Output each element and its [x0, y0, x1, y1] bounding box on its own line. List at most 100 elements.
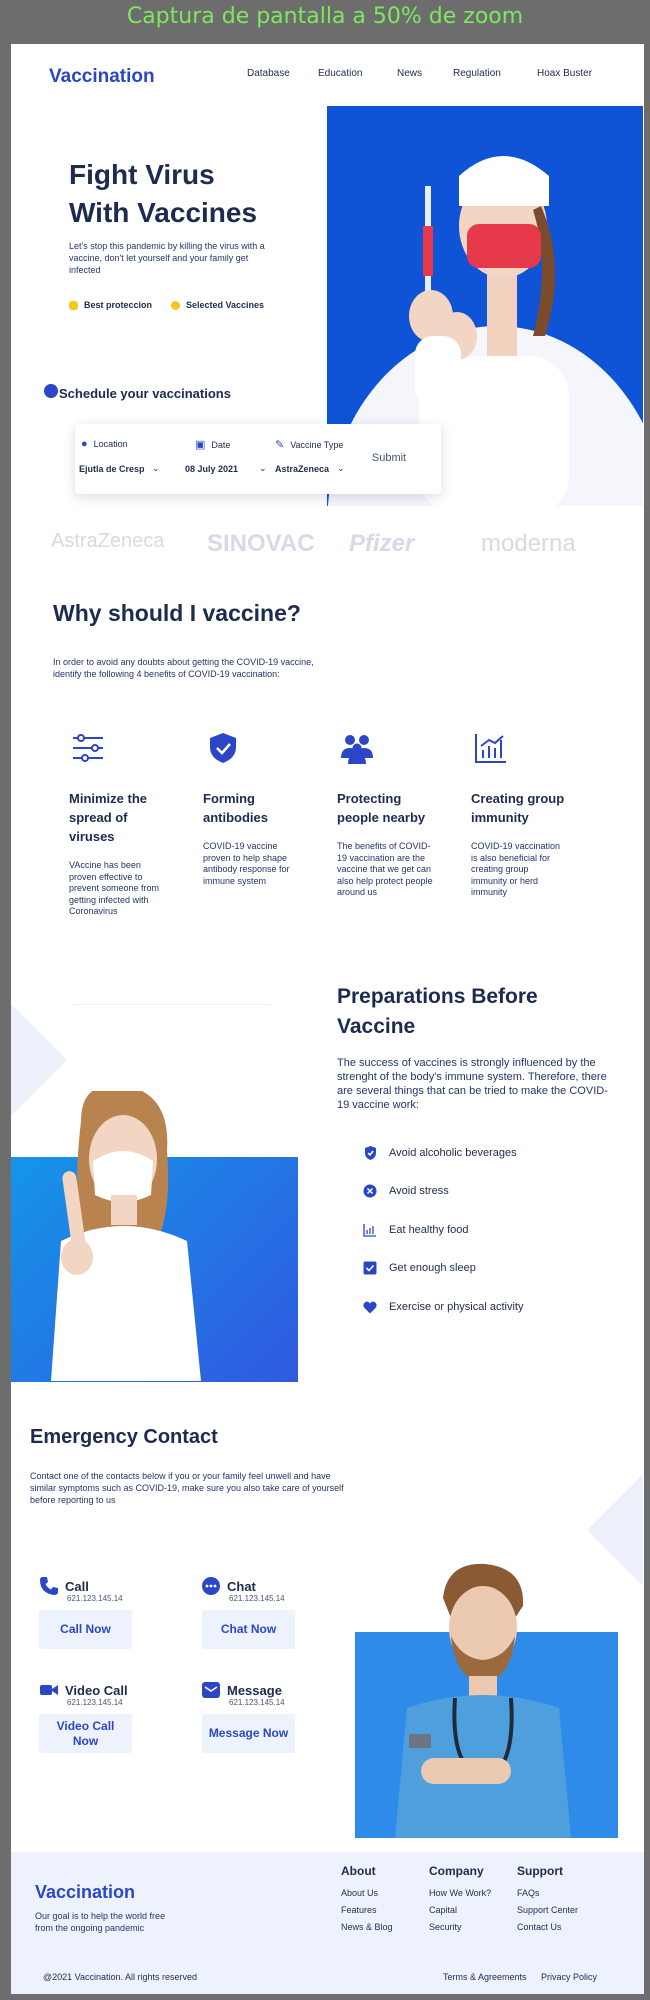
mail-icon — [202, 1682, 220, 1698]
footer-link[interactable]: Security — [429, 1922, 462, 1932]
location-select[interactable]: Ejutla de Cresp — [79, 464, 145, 474]
zoom-caption: Captura de pantalla a 50% de zoom — [126, 4, 524, 29]
contact-header: Video Call — [39, 1680, 128, 1700]
benefit-card: Protecting people nearby The benefits of… — [337, 732, 433, 899]
benefit-card: Minimize the spread of viruses VAccine h… — [69, 732, 165, 918]
footer-link[interactable]: Contact Us — [517, 1922, 562, 1932]
footer-col-title: Support — [517, 1864, 563, 1878]
chip-best-protection: Best proteccion — [69, 300, 152, 310]
prep-item: Exercise or physical activity — [363, 1300, 524, 1314]
calendar-check-icon — [44, 384, 58, 398]
hero-title-line1: Fight Virus — [69, 159, 215, 190]
contact-name: Message — [227, 1682, 282, 1698]
hero-subtitle: Let's stop this pandemic by killing the … — [69, 241, 265, 275]
chat-now-button[interactable]: Chat Now — [202, 1610, 295, 1649]
date-label-text: Date — [211, 439, 231, 450]
message-now-button[interactable]: Message Now — [202, 1714, 295, 1753]
contact-video-call: Video Call 621.123.145.14 — [39, 1680, 128, 1707]
cancel-circle-icon — [363, 1184, 377, 1198]
shield-check-icon — [363, 1146, 377, 1160]
call-now-button[interactable]: Call Now — [39, 1610, 132, 1649]
chart-icon — [363, 1223, 377, 1237]
footer-link[interactable]: Support Center — [517, 1905, 578, 1915]
contact-call: Call 621.123.145.14 — [39, 1576, 123, 1603]
submit-button[interactable]: Submit — [347, 436, 431, 480]
date-select[interactable]: 08 July 2021 — [185, 464, 238, 474]
contact-name: Call — [65, 1578, 89, 1594]
heart-icon — [363, 1300, 377, 1314]
footer-col-title: Company — [429, 1864, 484, 1878]
footer-link[interactable]: FAQs — [517, 1888, 540, 1898]
benefit-title: Forming antibodies — [203, 791, 269, 825]
prep-item: Get enough sleep — [363, 1261, 476, 1275]
bar-chart-icon — [475, 734, 506, 763]
footer-link[interactable]: Capital — [429, 1905, 457, 1915]
woman-illustration — [51, 1091, 201, 1381]
prep-woman-image — [11, 1091, 298, 1382]
benefit-desc: COVID-19 vaccine proven to help shape an… — [203, 841, 290, 886]
benefit-title: Minimize the spread of viruses — [69, 791, 148, 844]
footer-link[interactable]: How We Work? — [429, 1888, 491, 1898]
location-label: ● Location — [81, 438, 128, 450]
benefit-title: Creating group immunity — [471, 791, 565, 825]
chip-label: Best proteccion — [84, 300, 153, 310]
video-icon — [40, 1685, 58, 1695]
date-label: ▣ Date — [195, 438, 230, 451]
contact-number: 621.123.145.14 — [229, 1594, 285, 1603]
schedule-title: Schedule your vaccinations — [59, 386, 231, 401]
chat-icon — [202, 1577, 220, 1595]
emergency-title: Emergency Contact — [30, 1426, 218, 1448]
why-title: Why should I vaccine? — [53, 600, 301, 626]
brand-moderna: moderna — [481, 530, 576, 557]
nav-link-news[interactable]: News — [397, 68, 422, 79]
contact-header: Message — [201, 1680, 285, 1700]
hero-title: Fight Virus With Vaccines — [69, 156, 289, 232]
footer-tagline: Our goal is to help the world free from … — [35, 1911, 166, 1933]
prep-text: The success of vaccines is strongly infl… — [337, 1057, 608, 1111]
contact-chat: Chat 621.123.145.14 — [201, 1576, 285, 1603]
footer-link[interactable]: Features — [341, 1905, 377, 1915]
why-subtitle: In order to avoid any doubts about getti… — [53, 657, 314, 679]
hero-title-line2: With Vaccines — [69, 197, 258, 228]
shield-check-icon — [210, 733, 236, 763]
location-pin-icon: ● — [81, 438, 88, 450]
people-icon — [341, 735, 373, 764]
contact-number: 621.123.145.14 — [229, 1698, 285, 1707]
site-logo[interactable]: Vaccination — [49, 66, 155, 88]
vaccine-type-label-text: Vaccine Type — [290, 439, 344, 450]
video-call-now-button[interactable]: Video Call Now — [39, 1714, 132, 1753]
chevron-down-icon[interactable]: ⌄ — [259, 463, 267, 474]
contact-name: Chat — [227, 1578, 256, 1594]
benefit-card: Forming antibodies COVID-19 vaccine prov… — [203, 732, 299, 887]
nav-link-regulation[interactable]: Regulation — [453, 68, 501, 79]
terms-link[interactable]: Terms & Agreements — [443, 1972, 527, 1982]
brand-sinovac: SINOVAC — [207, 530, 315, 557]
chevron-down-icon[interactable]: ⌄ — [337, 463, 345, 474]
prep-item-label: Exercise or physical activity — [389, 1301, 524, 1313]
vaccine-type-select[interactable]: AstraZeneca — [275, 464, 329, 474]
nav-link-education[interactable]: Education — [318, 68, 362, 79]
nav-link-hoax-buster[interactable]: Hoax Buster — [537, 68, 592, 79]
benefit-title: Protecting people nearby — [337, 791, 426, 825]
chip-label: Selected Vaccines — [186, 300, 265, 310]
contact-header: Chat — [201, 1576, 285, 1596]
sliders-icon — [73, 734, 103, 762]
benefit-desc: COVID-19 vaccination is also beneficial … — [471, 841, 561, 897]
footer-logo[interactable]: Vaccination — [35, 1882, 135, 1903]
chip-selected-vaccines: Selected Vaccines — [171, 300, 264, 310]
benefit-card: Creating group immunity COVID-19 vaccina… — [471, 732, 567, 899]
footer-link[interactable]: About Us — [341, 1888, 378, 1898]
footer-link[interactable]: News & Blog — [341, 1922, 393, 1932]
privacy-link[interactable]: Privacy Policy — [541, 1972, 597, 1982]
syringe-icon: ✎ — [275, 439, 285, 451]
prep-item: Eat healthy food — [363, 1223, 469, 1237]
nav-link-database[interactable]: Database — [247, 68, 290, 79]
phone-icon — [40, 1577, 58, 1595]
chevron-down-icon[interactable]: ⌄ — [152, 463, 160, 474]
contact-number: 621.123.145.14 — [67, 1594, 123, 1603]
doctor-image — [355, 1563, 618, 1838]
brand-astrazeneca: AstraZeneca — [51, 530, 165, 552]
prep-item-label: Eat healthy food — [389, 1224, 469, 1236]
emergency-subtitle: Contact one of the contacts below if you… — [30, 1471, 344, 1505]
prep-item: Avoid alcoholic beverages — [363, 1146, 517, 1160]
